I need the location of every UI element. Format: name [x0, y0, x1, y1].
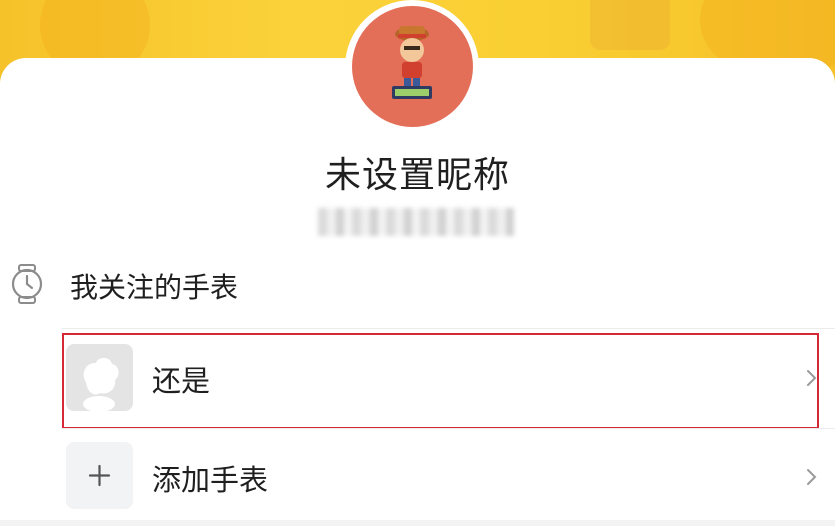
chevron-right-icon: [807, 370, 817, 386]
character-avatar-icon: [392, 26, 432, 99]
add-watch-button[interactable]: 添加手表: [62, 432, 835, 526]
watch-icon: [11, 264, 43, 304]
plus-icon: [66, 442, 133, 509]
divider: [62, 428, 835, 429]
chevron-right-icon: [807, 469, 817, 485]
avatar[interactable]: [352, 6, 473, 127]
watch-list-item[interactable]: 还是: [62, 333, 835, 427]
section-title: 我关注的手表: [70, 271, 239, 304]
banner-decoration: [590, 0, 670, 50]
bottom-divider: [0, 520, 835, 526]
nickname: 未设置昵称: [324, 155, 510, 196]
divider: [62, 328, 835, 329]
watch-name: 还是: [152, 364, 211, 398]
account-id-blurred: [318, 208, 514, 236]
device-avatar-icon: [66, 344, 133, 411]
add-watch-label: 添加手表: [152, 463, 269, 497]
